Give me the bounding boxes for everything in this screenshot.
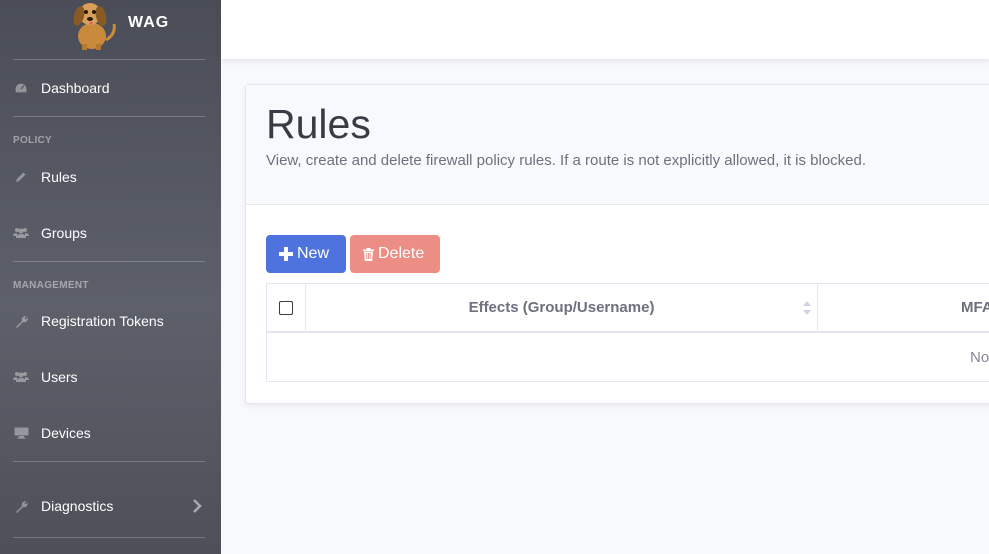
new-rule-button[interactable]: New	[266, 235, 346, 273]
brand[interactable]: WAG	[0, 0, 221, 58]
sidebar-item-rules[interactable]: Rules	[0, 157, 221, 197]
delete-button-label: Delete	[378, 245, 425, 262]
column-header-effects[interactable]: Effects (Group/Username)	[306, 284, 818, 332]
sidebar-item-registration-tokens[interactable]: Registration Tokens	[0, 301, 221, 341]
page-subtitle: View, create and delete firewall policy …	[266, 152, 867, 169]
topbar	[221, 0, 989, 59]
brand-name: WAG	[128, 14, 170, 31]
select-all-checkbox[interactable]	[279, 301, 293, 315]
rules-table: Effects (Group/Username) MFA No	[266, 283, 989, 382]
delete-rule-button[interactable]: Delete	[350, 235, 440, 273]
sidebar: WAG Dashboard POLICY Rules Groups MANAGE…	[0, 0, 221, 554]
rules-card: Rules View, create and delete firewall p…	[245, 84, 989, 404]
dog-logo-icon	[73, 3, 116, 50]
sidebar-item-groups[interactable]: Groups	[0, 213, 221, 253]
empty-table-message: No	[970, 349, 989, 366]
card-header: Rules View, create and delete firewall p…	[246, 85, 989, 205]
new-button-label: New	[297, 245, 330, 262]
sidebar-item-label: Dashboard	[41, 80, 110, 96]
sidebar-divider	[13, 537, 205, 538]
sidebar-divider	[13, 461, 205, 462]
chevron-right-icon[interactable]	[189, 498, 205, 514]
sidebar-heading-policy: POLICY	[13, 135, 53, 146]
sidebar-item-label: Users	[41, 369, 78, 385]
sidebar-item-users[interactable]: Users	[0, 357, 221, 397]
users-icon	[13, 369, 29, 385]
sidebar-item-label: Devices	[41, 425, 91, 441]
trash-icon	[363, 247, 374, 261]
column-header-label: Effects (Group/Username)	[468, 299, 655, 316]
sort-icon	[803, 301, 811, 315]
column-header-mfa[interactable]: MFA	[961, 299, 989, 316]
table-header: Effects (Group/Username) MFA	[266, 283, 989, 333]
sidebar-item-label: Registration Tokens	[41, 313, 164, 329]
sidebar-divider	[13, 59, 205, 60]
sidebar-divider	[13, 116, 205, 117]
sidebar-heading-management: MANAGEMENT	[13, 280, 89, 291]
plus-icon	[279, 247, 293, 261]
page-title: Rules	[266, 101, 371, 147]
wrench-icon	[13, 313, 29, 329]
sidebar-item-label: Rules	[41, 169, 77, 185]
desktop-icon	[13, 425, 29, 441]
sidebar-item-devices[interactable]: Devices	[0, 413, 221, 453]
dashboard-icon	[13, 80, 29, 96]
table-empty-row: No	[266, 333, 989, 382]
sidebar-item-label: Diagnostics	[41, 498, 114, 514]
pencil-icon	[13, 169, 29, 185]
wrench-icon	[13, 498, 29, 514]
sidebar-item-diagnostics[interactable]: Diagnostics	[0, 486, 221, 526]
sidebar-divider	[13, 261, 205, 262]
sidebar-item-dashboard[interactable]: Dashboard	[0, 68, 221, 108]
select-all-cell	[267, 284, 306, 332]
sidebar-item-label: Groups	[41, 225, 87, 241]
users-icon	[13, 225, 29, 241]
